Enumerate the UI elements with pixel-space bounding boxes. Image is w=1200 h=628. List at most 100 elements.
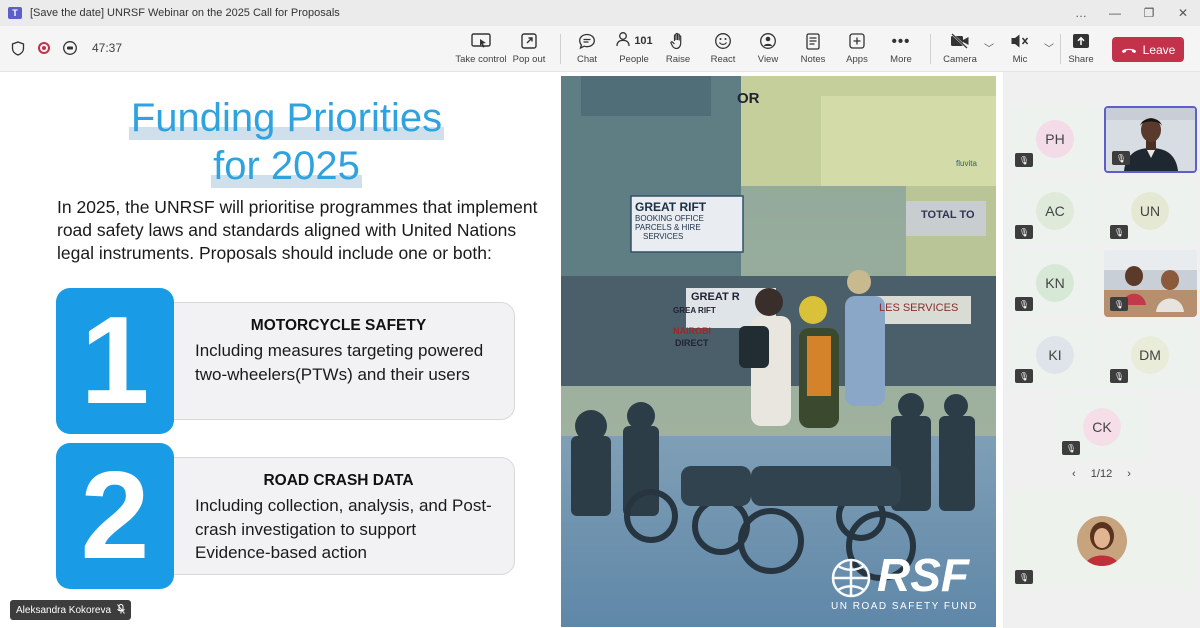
mic-muted-icon: 🎙︎ (1015, 369, 1033, 383)
slide-title-line-1: Funding Priorities (128, 96, 445, 140)
photo-sign-or: OR (737, 90, 760, 107)
photo-sign-les-services: LES SERVICES (879, 302, 959, 314)
mic-muted-icon: 🎙︎ (1015, 153, 1033, 167)
avatar: UN (1131, 192, 1169, 230)
rsf-logo-subtitle: UN ROAD SAFETY FUND (831, 601, 978, 612)
transcription-icon[interactable] (62, 40, 78, 56)
close-button[interactable]: ✕ (1166, 0, 1200, 26)
hand-icon (670, 32, 686, 50)
take-control-button[interactable]: Take control (455, 32, 507, 65)
participant-tile[interactable]: DM 🎙︎ (1104, 322, 1197, 389)
notes-button[interactable]: Notes (788, 32, 838, 65)
photo-sign-direct: DIRECT (675, 338, 709, 348)
photo-sign-great-rift: GREAT RIFT BOOKING OFFICE PARCELS & HIRE… (633, 200, 741, 241)
slide-title-line-2: for 2025 (211, 144, 362, 188)
avatar: KN (1036, 264, 1074, 302)
presenter-name-tag: Aleksandra Kokoreva (10, 600, 132, 620)
mic-muted-icon: 🎙︎ (1015, 297, 1033, 311)
participant-tile[interactable]: KN 🎙︎ (1009, 250, 1102, 317)
priority-card-2: ROAD CRASH DATA Including collection, an… (162, 457, 515, 575)
chevron-left-icon[interactable]: ‹ (1072, 468, 1076, 480)
sign-line: PARCELS & HIRE (635, 223, 701, 232)
mic-muted-icon: 🎙︎ (1062, 441, 1080, 455)
photo-sign-total: TOTAL TO (921, 209, 975, 221)
mic-options-chevron-icon[interactable]: ﹀ (1044, 40, 1054, 55)
mic-muted-icon: 🎙︎ (1112, 151, 1130, 165)
sign-line: SERVICES (643, 232, 684, 241)
raise-hand-button[interactable]: Raise (653, 32, 703, 65)
meeting-toolbar: 47:37 Take control Pop out Chat 101 Peop… (0, 26, 1200, 72)
view-button[interactable]: View (743, 32, 793, 65)
mic-label: Mic (1012, 54, 1028, 65)
participant-tile-video[interactable]: 🎙︎ (1104, 106, 1197, 173)
mic-button[interactable]: Mic (995, 32, 1045, 65)
notes-label: Notes (800, 54, 826, 65)
avatar: DM (1131, 336, 1169, 374)
share-button[interactable]: Share (1056, 32, 1106, 65)
more-label: More (890, 54, 912, 65)
toolbar-divider (930, 34, 931, 64)
chat-label: Chat (576, 54, 598, 65)
smiley-icon (714, 32, 732, 50)
restore-button[interactable]: ❐ (1132, 0, 1166, 26)
participant-tile[interactable]: KI 🎙︎ (1009, 322, 1102, 389)
sign-line: GREAT RIFT (635, 200, 707, 214)
camera-off-icon (950, 32, 970, 50)
pop-out-label: Pop out (512, 54, 546, 65)
camera-label: Camera (943, 54, 977, 65)
avatar: AC (1036, 192, 1074, 230)
recording-icon[interactable] (36, 40, 52, 56)
meeting-timer: 47:37 (92, 41, 123, 55)
priority-card-body: Including measures targeting powered two… (195, 341, 484, 384)
view-label: View (757, 54, 779, 65)
apps-label: Apps (846, 54, 868, 65)
react-button[interactable]: React (698, 32, 748, 65)
window-title: [Save the date] UNRSF Webinar on the 202… (30, 7, 340, 19)
participant-tile[interactable]: UN 🎙︎ (1104, 178, 1197, 245)
people-label: People (619, 54, 649, 65)
avatar: PH (1036, 120, 1074, 158)
chat-button[interactable]: Chat (562, 32, 612, 65)
people-button-glyph: 101 (615, 32, 653, 50)
participant-tile[interactable]: AC 🎙︎ (1009, 178, 1102, 245)
people-count: 101 (634, 35, 653, 47)
photo-sign-social: fluvita (956, 159, 977, 168)
participant-tile-video[interactable]: 🎙︎ (1104, 250, 1197, 317)
shield-icon[interactable] (10, 40, 26, 56)
window-controls: … — ❐ ✕ (1064, 0, 1200, 26)
mic-muted-icon: 🎙︎ (1110, 297, 1128, 311)
react-label: React (710, 54, 736, 65)
photo-sign-nairobi: NAIROBI (673, 326, 711, 336)
take-control-label: Take control (455, 54, 507, 65)
chat-icon (578, 32, 596, 50)
pop-out-button[interactable]: Pop out (504, 32, 554, 65)
more-button[interactable]: ••• More (876, 32, 926, 66)
participant-tile[interactable]: PH 🎙︎ (1009, 106, 1102, 173)
meeting-status: 47:37 (10, 40, 122, 56)
more-options-icon[interactable]: … (1064, 0, 1098, 26)
self-view-tile[interactable]: 🎙︎ (1009, 492, 1195, 590)
mic-muted-icon: 🎙︎ (1015, 570, 1033, 584)
priority-card-title: ROAD CRASH DATA (263, 472, 414, 489)
priority-card-title: MOTORCYCLE SAFETY (250, 317, 427, 334)
camera-button[interactable]: Camera (935, 32, 985, 65)
rsf-logo-text: RSF (877, 549, 969, 601)
share-screen-icon (1072, 32, 1090, 50)
leave-button[interactable]: Leave (1112, 37, 1184, 62)
participant-tile[interactable]: CK 🎙︎ (1056, 394, 1149, 461)
teams-app-icon: T (8, 7, 22, 19)
share-label: Share (1068, 54, 1094, 65)
raise-label: Raise (665, 54, 691, 65)
minimize-button[interactable]: — (1098, 0, 1132, 26)
chevron-right-icon[interactable]: › (1127, 468, 1131, 480)
apps-button[interactable]: Apps (832, 32, 882, 65)
add-app-icon (849, 32, 865, 50)
camera-options-chevron-icon[interactable]: ﹀ (984, 40, 994, 55)
more-dots-icon: ••• (891, 32, 911, 50)
rsf-logo: RSF (877, 552, 969, 598)
priority-card-body: Including collection, analysis, and Post… (195, 496, 492, 562)
priority-number-badge-2: 2 (56, 443, 174, 589)
mic-muted-icon: 🎙︎ (1110, 369, 1128, 383)
notes-icon (806, 32, 820, 50)
photo-sign-great-rift-3: GREA RIFT (673, 306, 716, 315)
